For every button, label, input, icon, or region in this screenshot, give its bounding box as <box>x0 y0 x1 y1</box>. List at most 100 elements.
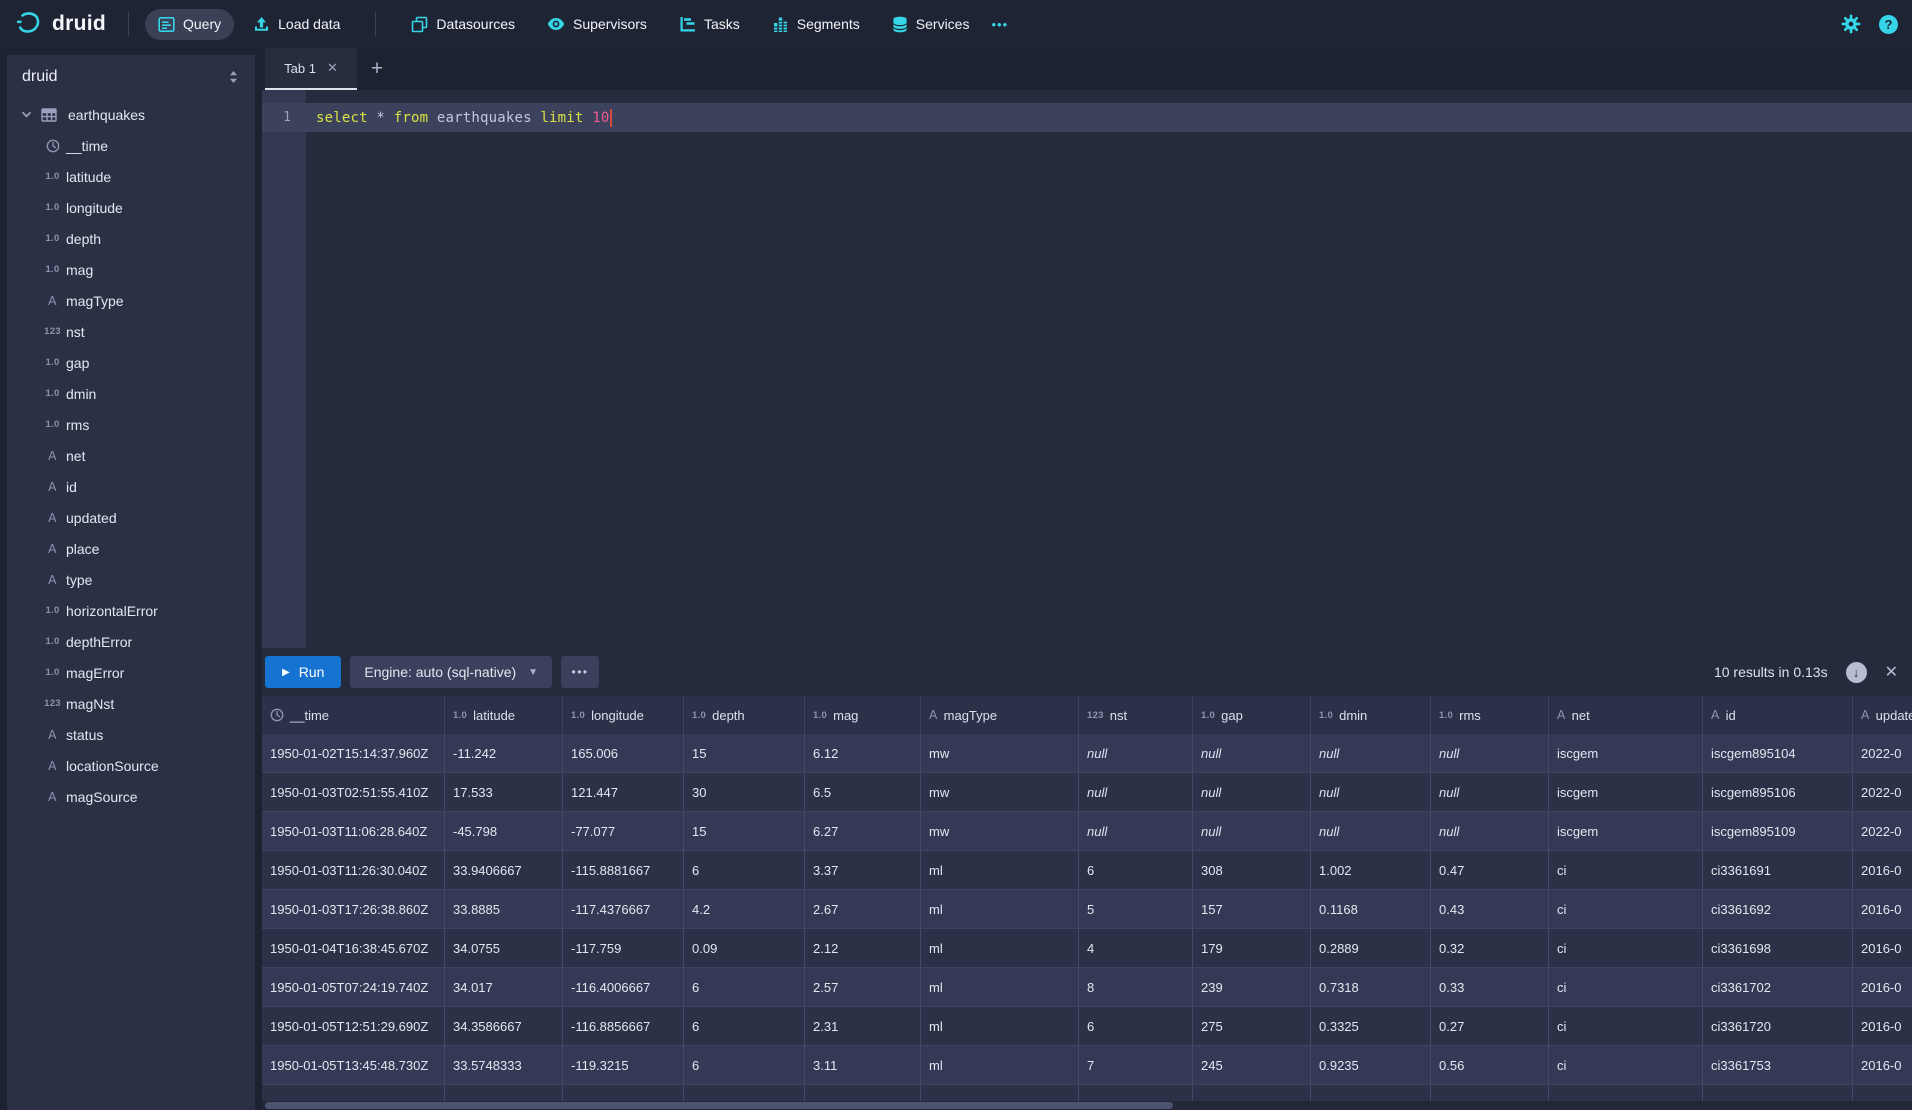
cell-updated[interactable]: 2022-0 <box>1853 734 1912 772</box>
sidebar-column-horizontalError[interactable]: 1.0horizontalError <box>7 595 255 626</box>
scrollbar-thumb[interactable] <box>265 1102 1173 1109</box>
cell-mag[interactable]: 2.67 <box>805 890 921 928</box>
cell-time[interactable]: 1950-01-03T11:26:30.040Z <box>262 851 445 889</box>
cell-mag[interactable]: 6.12 <box>805 734 921 772</box>
cell-gap[interactable]: 239 <box>1193 968 1311 1006</box>
cell-latitude[interactable]: 17.533 <box>445 773 563 811</box>
cell-net[interactable]: iscgem <box>1549 773 1703 811</box>
cell-latitude[interactable]: -11.242 <box>445 734 563 772</box>
cell-time[interactable]: 1950-01-05T07:24:19.740Z <box>262 968 445 1006</box>
cell-time[interactable]: 1950-01-05T13:45:48.730Z <box>262 1046 445 1084</box>
cell-magType[interactable]: ml <box>921 851 1079 889</box>
cell-id[interactable]: ci3361753 <box>1703 1046 1853 1084</box>
sidebar-column-type[interactable]: Atype <box>7 564 255 595</box>
cell-rms[interactable]: null <box>1431 812 1549 850</box>
cell-id[interactable]: iscgem895109 <box>1703 812 1853 850</box>
cell-dmin[interactable]: null <box>1311 773 1431 811</box>
cell-magType[interactable]: ml <box>921 1007 1079 1045</box>
cell-net[interactable]: ci <box>1549 1007 1703 1045</box>
cell-dmin[interactable]: 1.002 <box>1311 851 1431 889</box>
cell-longitude[interactable]: -117.4376667 <box>563 890 684 928</box>
cell-longitude[interactable]: -115.8881667 <box>563 851 684 889</box>
cell-rms[interactable]: 0.56 <box>1431 1046 1549 1084</box>
download-icon[interactable]: ↓ <box>1846 662 1867 683</box>
sidebar-column-time[interactable]: __time <box>7 130 255 161</box>
cell-magType[interactable]: mw <box>921 734 1079 772</box>
sidebar-column-id[interactable]: Aid <box>7 471 255 502</box>
cell-net[interactable]: ci <box>1549 929 1703 967</box>
cell-nst[interactable]: 5 <box>1079 890 1193 928</box>
cell-time[interactable]: 1950-01-02T15:14:37.960Z <box>262 734 445 772</box>
cell-nst[interactable]: 4 <box>1079 929 1193 967</box>
cell-magType[interactable]: ml <box>921 890 1079 928</box>
cell-gap[interactable]: null <box>1193 734 1311 772</box>
cell-updated[interactable]: 2016-0 <box>1853 1007 1912 1045</box>
sidebar-column-status[interactable]: Astatus <box>7 719 255 750</box>
cell-depth[interactable]: 30 <box>684 773 805 811</box>
cell-rms[interactable]: 0.47 <box>1431 851 1549 889</box>
sidebar-column-updated[interactable]: Aupdated <box>7 502 255 533</box>
column-header-id[interactable]: Aid <box>1703 696 1853 734</box>
cell-depth[interactable]: 15 <box>684 734 805 772</box>
run-button[interactable]: ▶ Run <box>265 656 341 688</box>
cell-nst[interactable]: 6 <box>1079 851 1193 889</box>
cell-time[interactable]: 1950-01-03T02:51:55.410Z <box>262 773 445 811</box>
cell-id[interactable]: ci3361698 <box>1703 929 1853 967</box>
cell-gap[interactable]: 308 <box>1193 851 1311 889</box>
cell-id[interactable]: ci3361692 <box>1703 890 1853 928</box>
cell-dmin[interactable]: null <box>1311 812 1431 850</box>
sidebar-column-rms[interactable]: 1.0rms <box>7 409 255 440</box>
cell-net[interactable]: iscgem <box>1549 812 1703 850</box>
sidebar-column-magNst[interactable]: 123magNst <box>7 688 255 719</box>
sidebar-column-place[interactable]: Aplace <box>7 533 255 564</box>
column-header-mag[interactable]: 1.0mag <box>805 696 921 734</box>
nav-item-datasources[interactable]: Datasources <box>398 9 528 40</box>
cell-dmin[interactable]: 0.3325 <box>1311 1007 1431 1045</box>
cell-mag[interactable]: 3.37 <box>805 851 921 889</box>
cell-mag[interactable]: 3.11 <box>805 1046 921 1084</box>
sidebar-column-gap[interactable]: 1.0gap <box>7 347 255 378</box>
cell-net[interactable]: ci <box>1549 890 1703 928</box>
cell-depth[interactable]: 6 <box>684 1046 805 1084</box>
close-icon[interactable]: ✕ <box>327 60 338 76</box>
cell-latitude[interactable]: 33.8885 <box>445 890 563 928</box>
column-header-magType[interactable]: AmagType <box>921 696 1079 734</box>
column-header-dmin[interactable]: 1.0dmin <box>1311 696 1431 734</box>
cell-rms[interactable]: 0.33 <box>1431 968 1549 1006</box>
cell-longitude[interactable]: -116.4006667 <box>563 968 684 1006</box>
cell-magType[interactable]: mw <box>921 773 1079 811</box>
sidebar-column-net[interactable]: Anet <box>7 440 255 471</box>
cell-updated[interactable]: 2016-0 <box>1853 968 1912 1006</box>
sidebar-column-locationSource[interactable]: AlocationSource <box>7 750 255 781</box>
cell-updated[interactable]: 2016-0 <box>1853 1046 1912 1084</box>
cell-rms[interactable]: null <box>1431 773 1549 811</box>
column-header-gap[interactable]: 1.0gap <box>1193 696 1311 734</box>
sidebar-column-depth[interactable]: 1.0depth <box>7 223 255 254</box>
cell-updated[interactable]: 2022-0 <box>1853 812 1912 850</box>
cell-mag[interactable]: 6.5 <box>805 773 921 811</box>
cell-longitude[interactable]: -117.759 <box>563 929 684 967</box>
cell-dmin[interactable]: 0.7318 <box>1311 968 1431 1006</box>
cell-latitude[interactable]: 33.5748333 <box>445 1046 563 1084</box>
cell-depth[interactable]: 6 <box>684 1007 805 1045</box>
add-tab-button[interactable]: + <box>357 48 397 90</box>
tab-1[interactable]: Tab 1 ✕ <box>265 48 357 90</box>
cell-latitude[interactable]: 34.3586667 <box>445 1007 563 1045</box>
cell-magType[interactable]: mw <box>921 812 1079 850</box>
cell-magType[interactable]: ml <box>921 1046 1079 1084</box>
cell-gap[interactable]: 275 <box>1193 1007 1311 1045</box>
cell-longitude[interactable]: -116.8856667 <box>563 1007 684 1045</box>
cell-nst[interactable]: null <box>1079 812 1193 850</box>
cell-depth[interactable]: 15 <box>684 812 805 850</box>
sidebar-column-longitude[interactable]: 1.0longitude <box>7 192 255 223</box>
cell-updated[interactable]: 2016-0 <box>1853 890 1912 928</box>
sidebar-column-magType[interactable]: AmagType <box>7 285 255 316</box>
cell-magType[interactable]: ml <box>921 929 1079 967</box>
cell-net[interactable]: iscgem <box>1549 734 1703 772</box>
cell-id[interactable]: ci3361720 <box>1703 1007 1853 1045</box>
nav-item-load-data[interactable]: Load data <box>240 9 353 40</box>
cell-updated[interactable]: 2016-0 <box>1853 929 1912 967</box>
cell-latitude[interactable]: 34.017 <box>445 968 563 1006</box>
cell-net[interactable]: ci <box>1549 968 1703 1006</box>
cell-depth[interactable]: 6 <box>684 851 805 889</box>
